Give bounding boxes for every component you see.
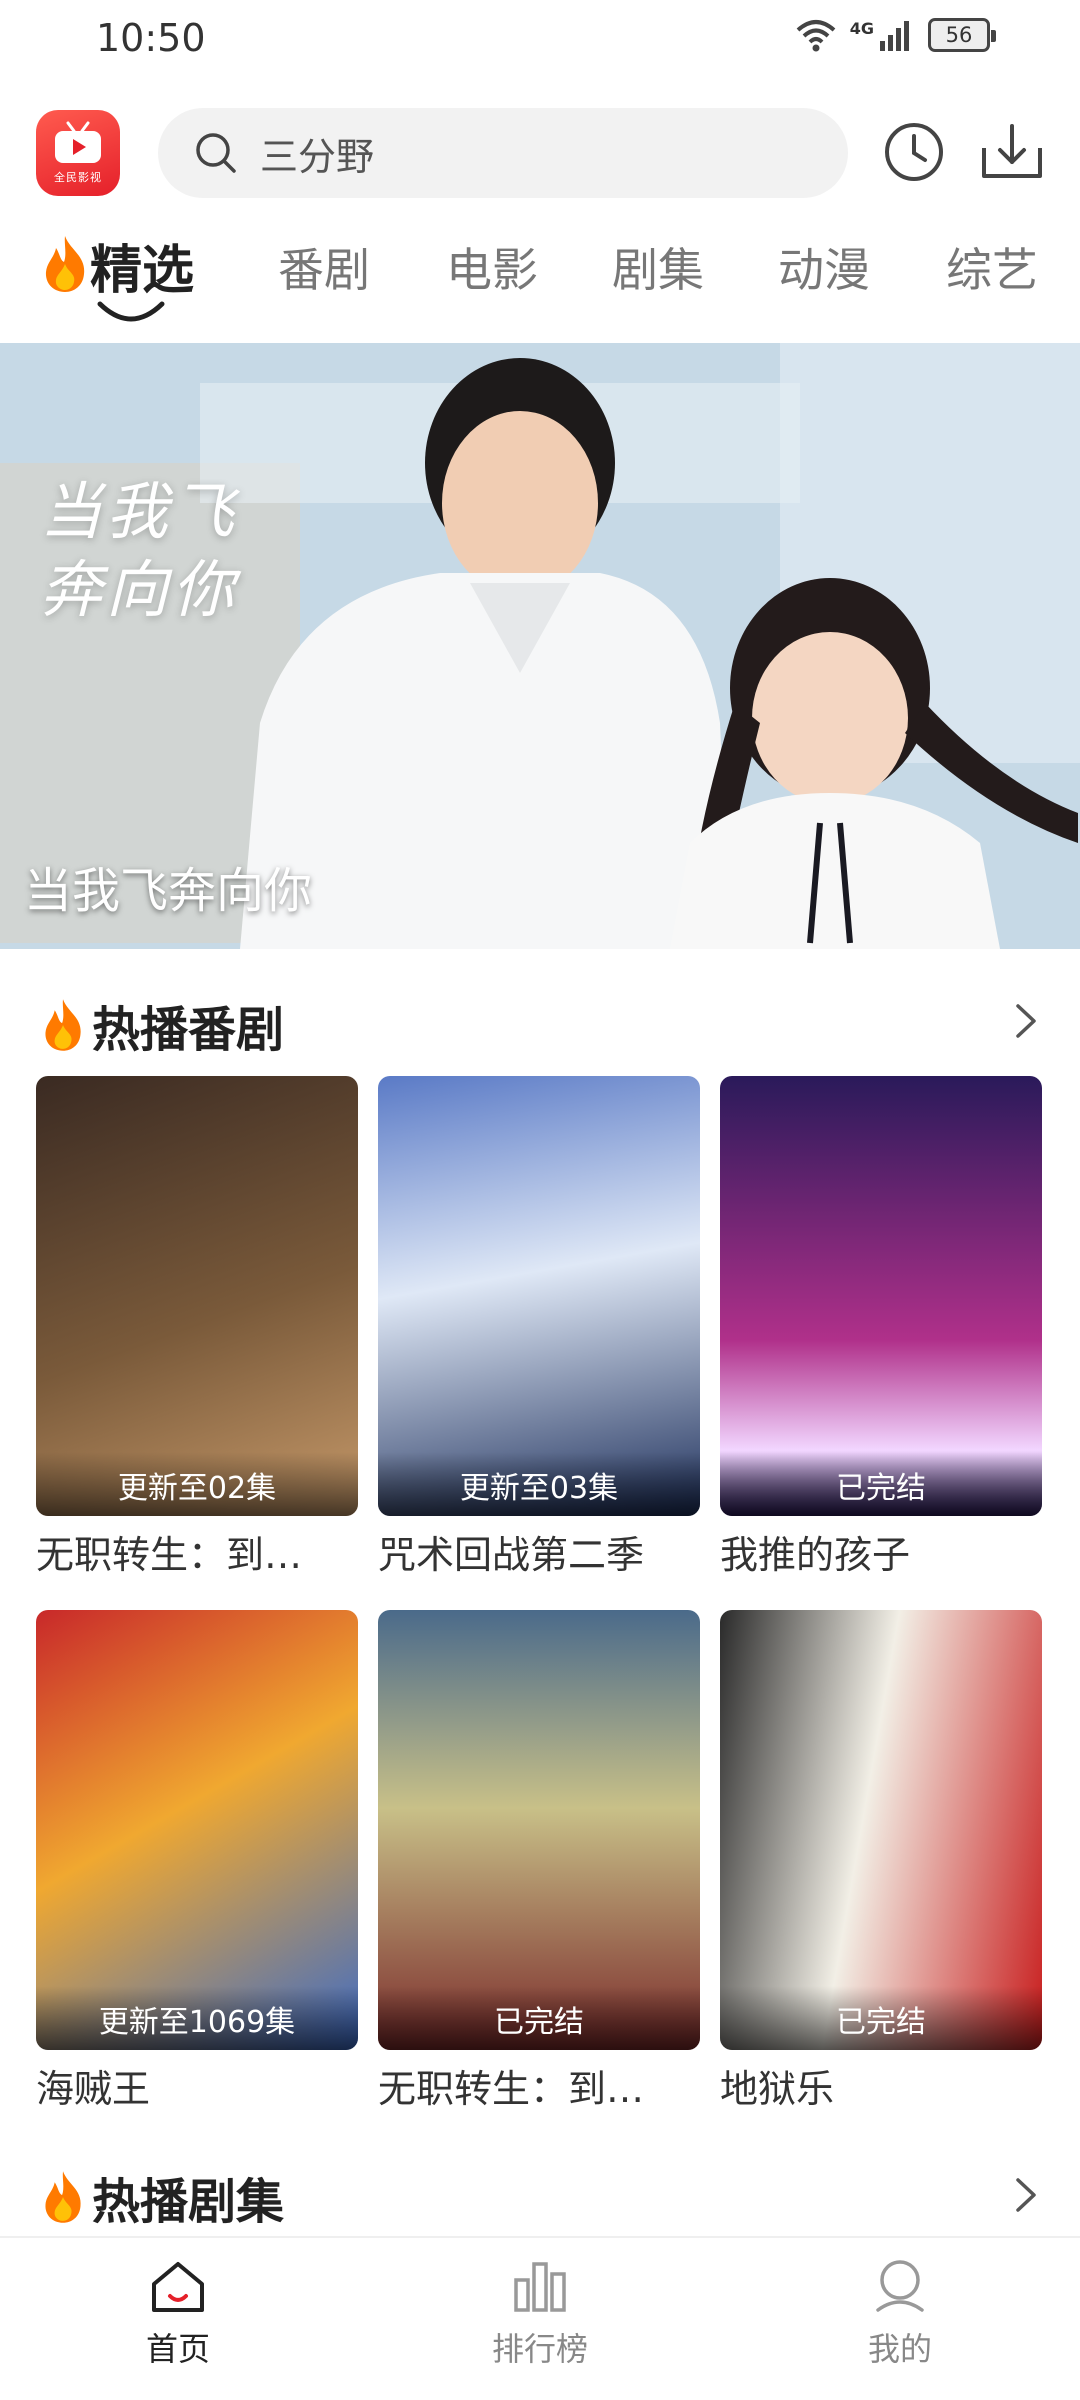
app-logo[interactable]: 全民影视: [36, 110, 120, 196]
nav-label: 排行榜: [491, 2330, 588, 2368]
episode-badge: 更新至1069集: [36, 1986, 358, 2050]
card-title: 海贼王: [36, 2067, 151, 2111]
search-icon: [196, 133, 236, 173]
tab-label: 精选: [90, 241, 195, 301]
poster-image: 已完结: [720, 1610, 1042, 2050]
top-bar: 全民影视 三分野: [0, 100, 1080, 208]
nav-profile[interactable]: 我的: [810, 2258, 990, 2370]
card-title: 无职转生：到…: [378, 2067, 645, 2111]
wifi-icon: [796, 20, 836, 52]
card-title: 地狱乐: [720, 2067, 835, 2111]
anime-card[interactable]: 更新至03集 咒术回战第二季: [378, 1076, 700, 1579]
section-title-hot-series[interactable]: 热播剧集: [40, 2162, 284, 2232]
profile-icon: [876, 2260, 924, 2312]
anime-card[interactable]: 更新至02集 无职转生：到…: [36, 1076, 358, 1579]
flame-icon: [45, 236, 85, 292]
status-bar: 10:50 4G 56: [0, 0, 1080, 80]
poster-image: 更新至1069集: [36, 1610, 358, 2050]
poster-image: 已完结: [720, 1076, 1042, 1516]
section-title-text: 热播剧集: [92, 2174, 285, 2230]
status-icons: 4G 56: [796, 18, 996, 52]
home-icon: [152, 2262, 204, 2312]
section-title-hot-anime[interactable]: 热播番剧: [40, 990, 284, 1060]
app-logo-caption: 全民影视: [54, 171, 102, 184]
anime-card[interactable]: 已完结 地狱乐: [720, 1610, 1042, 2113]
episode-badge: 更新至02集: [36, 1452, 358, 1516]
chevron-right-icon[interactable]: [1010, 2176, 1040, 2214]
history-icon[interactable]: [882, 120, 946, 184]
card-title: 我推的孩子: [720, 1533, 911, 1577]
chevron-right-icon[interactable]: [1010, 1002, 1040, 1040]
app-screen: 10:50 4G 56 全民影视 三分野 精选 番剧 电影 剧集 动漫 综艺 当…: [0, 0, 1080, 2400]
poster-image: 更新至02集: [36, 1076, 358, 1516]
episode-badge: 已完结: [720, 1452, 1042, 1516]
tab-variety[interactable]: 综艺: [946, 234, 1038, 300]
hero-banner[interactable]: 当我飞奔向你 当我飞奔向你: [0, 343, 1080, 949]
download-icon[interactable]: [980, 120, 1044, 184]
bottom-nav: 首页 排行榜 我的: [0, 2236, 1080, 2400]
poster-image: 已完结: [378, 1610, 700, 2050]
tab-animation[interactable]: 动漫: [778, 234, 870, 300]
tab-tv-series[interactable]: 剧集: [612, 234, 704, 300]
tab-movies[interactable]: 电影: [446, 234, 538, 300]
battery-level: 56: [945, 23, 973, 47]
battery-icon: 56: [928, 18, 996, 52]
nav-ranking[interactable]: 排行榜: [450, 2258, 630, 2370]
card-title: 无职转生：到…: [36, 1533, 303, 1577]
active-tab-indicator: [97, 301, 165, 322]
anime-card[interactable]: 更新至1069集 海贼王: [36, 1610, 358, 2113]
signal-icon: [880, 21, 909, 51]
ranking-icon: [514, 2262, 566, 2312]
card-title: 咒术回战第二季: [378, 1533, 645, 1577]
category-tabs: 精选 番剧 电影 剧集 动漫 综艺: [0, 224, 1080, 324]
poster-image: 更新至03集: [378, 1076, 700, 1516]
nav-label: 我的: [867, 2330, 932, 2368]
tv-play-icon: [55, 121, 101, 163]
search-input[interactable]: 三分野: [158, 108, 848, 198]
network-type: 4G: [849, 18, 874, 38]
tab-anime-series[interactable]: 番剧: [278, 234, 370, 300]
anime-card[interactable]: 已完结 我推的孩子: [720, 1076, 1042, 1579]
status-time: 10:50: [96, 16, 206, 60]
search-placeholder: 三分野: [260, 134, 375, 179]
episode-badge: 更新至03集: [378, 1452, 700, 1516]
nav-home[interactable]: 首页: [88, 2258, 268, 2370]
anime-card[interactable]: 已完结 无职转生：到…: [378, 1610, 700, 2113]
tab-featured[interactable]: 精选: [40, 228, 194, 303]
banner-caption: 当我飞奔向你: [24, 863, 313, 919]
banner-title-art: 当我飞奔向你: [40, 475, 239, 626]
episode-badge: 已完结: [378, 1986, 700, 2050]
section-title-text: 热播番剧: [92, 1002, 285, 1058]
flame-icon: [45, 2171, 81, 2223]
nav-label: 首页: [145, 2330, 210, 2368]
episode-badge: 已完结: [720, 1986, 1042, 2050]
flame-icon: [45, 999, 81, 1051]
